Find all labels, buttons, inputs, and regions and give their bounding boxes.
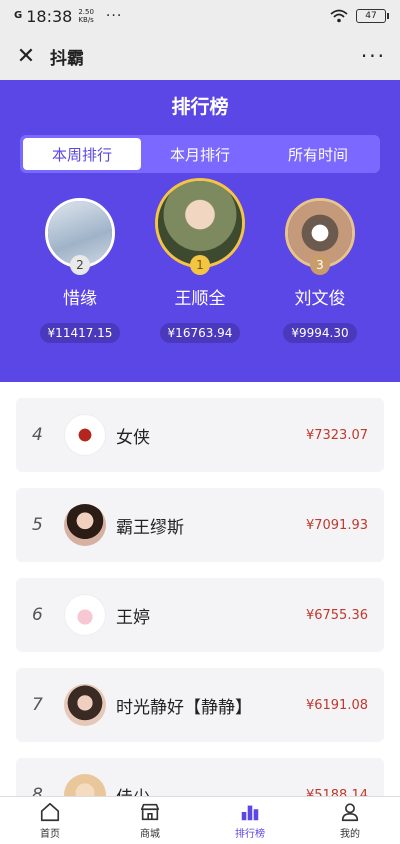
network-speed: 2.50 KB/s <box>78 8 94 24</box>
amount: ¥7323.07 <box>305 427 368 443</box>
amount: ¥7091.93 <box>305 517 368 533</box>
tab-mine-label: 我的 <box>340 829 360 840</box>
status-dots: ··· <box>105 8 123 24</box>
rank-number: 5 <box>32 515 43 535</box>
status-time: 18:38 <box>26 6 73 26</box>
period-tabs: 本周排行 本月排行 所有时间 <box>20 135 380 173</box>
amount: ¥6755.36 <box>305 607 368 623</box>
battery-level: 47 <box>365 11 377 21</box>
bar-chart-icon <box>241 805 259 821</box>
list-item[interactable]: 4 女侠 ¥7323.07 <box>16 398 384 472</box>
podium-third[interactable]: 3 刘文俊 ¥9994.30 <box>270 198 370 343</box>
avatar <box>64 594 106 636</box>
ranking-list: 4 女侠 ¥7323.07 5 霸王缪斯 ¥7091.93 6 王婷 ¥6755… <box>16 398 384 844</box>
tab-ranking[interactable]: 排行榜 <box>200 797 300 844</box>
podium-amount: ¥11417.15 <box>39 323 121 343</box>
tab-weekly[interactable]: 本周排行 <box>23 138 141 170</box>
podium-amount: ¥9994.30 <box>283 323 357 343</box>
close-icon[interactable]: ✕ <box>14 44 38 69</box>
user-name: 女侠 <box>116 427 150 448</box>
store-icon <box>140 803 160 821</box>
page-title: 排行榜 <box>171 96 229 118</box>
signal-icon: G <box>14 10 23 21</box>
rank-badge: 2 <box>70 255 90 275</box>
rank-number: 7 <box>32 695 43 715</box>
tab-mall[interactable]: 商城 <box>100 797 200 844</box>
user-name: 王婷 <box>116 607 150 628</box>
wifi-icon <box>330 9 348 23</box>
user-name: 时光静好【静静】 <box>116 697 252 718</box>
tab-mine[interactable]: 我的 <box>300 797 400 844</box>
podium-name: 惜缘 <box>63 289 97 309</box>
podium-amount: ¥16763.94 <box>159 323 241 343</box>
more-menu-button[interactable]: ··· <box>361 44 386 68</box>
rank-badge: 3 <box>310 255 330 275</box>
list-item[interactable]: 7 时光静好【静静】 ¥6191.08 <box>16 668 384 742</box>
avatar: 3 <box>285 198 355 275</box>
tab-home-label: 首页 <box>40 829 60 840</box>
battery-icon: 47 <box>356 9 389 23</box>
tab-mall-label: 商城 <box>140 829 160 840</box>
tab-all-time[interactable]: 所有时间 <box>259 138 377 170</box>
bottom-tab-bar: 首页 商城 排行榜 我的 <box>0 796 400 844</box>
status-bar: G 18:38 2.50 KB/s ··· 47 <box>0 0 400 32</box>
avatar <box>64 684 106 726</box>
home-icon <box>40 802 60 822</box>
podium-name: 王顺全 <box>174 289 226 309</box>
avatar <box>64 414 106 456</box>
tab-ranking-label: 排行榜 <box>235 829 265 840</box>
list-item[interactable]: 5 霸王缪斯 ¥7091.93 <box>16 488 384 562</box>
amount: ¥6191.08 <box>305 697 368 713</box>
rank-badge: 1 <box>190 255 210 275</box>
rank-number: 4 <box>32 425 43 445</box>
podium-first[interactable]: 1 王顺全 ¥16763.94 <box>150 178 250 343</box>
podium-second[interactable]: 2 惜缘 ¥11417.15 <box>30 198 130 343</box>
tab-monthly[interactable]: 本月排行 <box>141 138 259 170</box>
leaderboard-header: 排行榜 本周排行 本月排行 所有时间 2 惜缘 ¥11417.15 1 王顺全 … <box>0 80 400 382</box>
nav-bar: ✕ 抖霸 ··· <box>0 32 400 80</box>
avatar: 2 <box>45 198 115 275</box>
app-title: 抖霸 <box>50 48 84 69</box>
list-item[interactable]: 6 王婷 ¥6755.36 <box>16 578 384 652</box>
avatar <box>64 504 106 546</box>
rank-number: 6 <box>32 605 43 625</box>
user-name: 霸王缪斯 <box>116 517 184 538</box>
podium-name: 刘文俊 <box>294 289 346 309</box>
avatar: 1 <box>155 178 245 275</box>
tab-home[interactable]: 首页 <box>0 797 100 844</box>
user-icon <box>341 803 359 822</box>
